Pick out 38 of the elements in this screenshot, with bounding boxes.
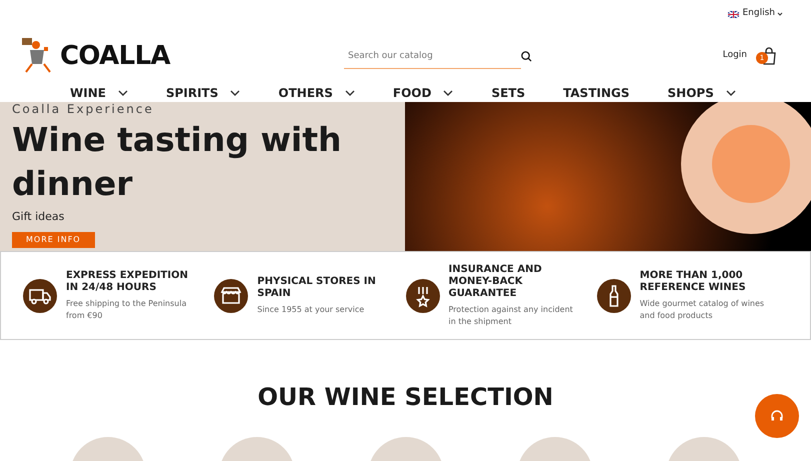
chevron-down-icon [118, 90, 128, 96]
search-icon[interactable] [521, 50, 532, 62]
shopping-bag-icon[interactable] [761, 47, 777, 65]
section-title: OUR WINE SELECTION [258, 382, 554, 413]
nav-menu-item[interactable]: SETS [491, 84, 526, 102]
feature-title: PHYSICAL STORES IN SPAIN [257, 276, 377, 300]
chevron-down-icon [726, 90, 736, 96]
logo-wordmark[interactable]: COALLA [60, 36, 170, 76]
nav-menu-item[interactable]: WINE [70, 84, 128, 102]
hero-title: Wine tasting with dinner [12, 119, 343, 205]
login-link[interactable]: Login [722, 49, 747, 63]
hero-subtitle: Gift ideas [12, 209, 66, 225]
feature-description: Since 1955 at your service [257, 304, 366, 316]
chevron-down-icon [230, 90, 240, 96]
feature-title: MORE THAN 1,000 REFERENCE WINES [640, 270, 747, 294]
chevron-down-icon [443, 90, 454, 96]
nav-menu-item[interactable]: OTHERS [278, 84, 355, 102]
feature-title: EXPRESS EXPEDITION IN 24/48 HOURS [66, 270, 189, 294]
nav-menu-item[interactable]: SPIRITS [166, 84, 240, 102]
chevron-down-icon [344, 90, 355, 96]
headset-icon [770, 409, 784, 423]
flag-icon [728, 10, 738, 18]
nav-menu-item[interactable]: FOOD [392, 84, 454, 102]
feature-description: Free shipping to the Peninsula from €90 [66, 298, 188, 322]
hero-eyebrow: Coalla Experience [12, 102, 155, 116]
nav-menu-item[interactable]: SHOPS [668, 84, 736, 102]
truck-icon [23, 278, 57, 312]
bottle-icon [596, 278, 631, 312]
nav-menu-item[interactable]: TASTINGS [563, 84, 630, 102]
search-field[interactable]: Search our catalog [344, 43, 521, 69]
language-selector[interactable]: English [742, 7, 783, 21]
feature-description: Wide gourmet catalog of wines and food products [640, 298, 766, 322]
feature-title: INSURANCE AND MONEY-BACK GUARANTEE [448, 264, 543, 300]
more-info-button[interactable]: MORE INFO [12, 232, 95, 248]
feature-description: Protection against any incident in the shipment [448, 304, 574, 328]
storefront-icon [214, 278, 248, 312]
support-chat-button[interactable] [755, 394, 799, 438]
chevron-down-icon [777, 12, 783, 16]
